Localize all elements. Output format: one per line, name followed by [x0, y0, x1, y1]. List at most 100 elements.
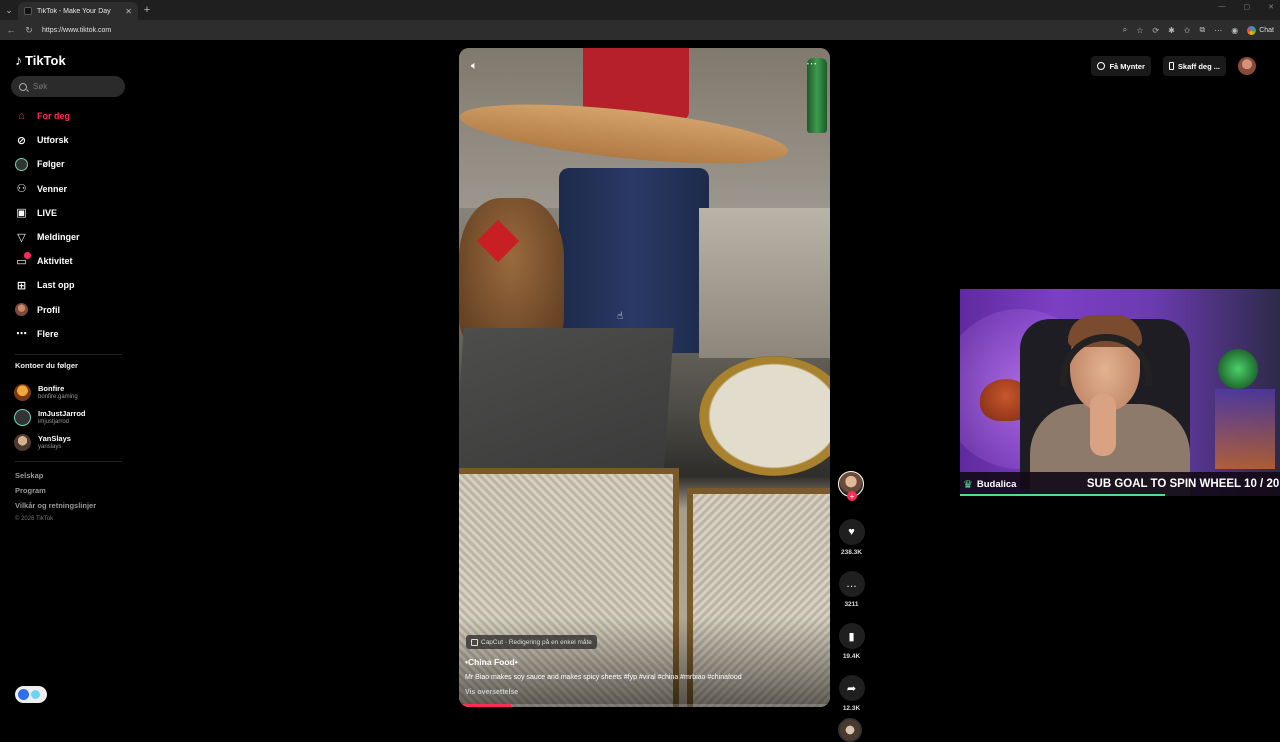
save-action: ▮ 19.4K — [838, 623, 865, 660]
compass-icon: ⊘ — [16, 134, 27, 147]
volume-icon[interactable]: 🔈︎ — [471, 60, 478, 73]
divider — [15, 354, 122, 355]
follow-plus-icon[interactable]: + — [847, 491, 857, 501]
zoom-icon[interactable]: ⌕ — [1123, 25, 1127, 35]
sidebar-item-label: Venner — [37, 183, 68, 194]
extensions-icon[interactable]: ✱ — [1168, 26, 1175, 35]
browser-menu-icon[interactable]: ⋯ — [1214, 26, 1222, 35]
more-options-icon[interactable]: ⋯ — [806, 57, 818, 70]
account-name: Bonfire — [38, 384, 65, 393]
save-count: 19.4K — [842, 653, 861, 660]
video-scene-table — [459, 328, 674, 468]
following-list: Bonfire bonfire.gaming ImJustJarrod imju… — [14, 380, 86, 455]
video-author[interactable]: •China Food• — [465, 657, 518, 667]
tiktok-page: ♪ TikTok ⌂ For deg ⊘ Utforsk Følger ⚇ Ve… — [0, 40, 1280, 742]
following-account-item[interactable]: Bonfire bonfire.gaming — [14, 380, 86, 405]
search-box[interactable] — [11, 76, 125, 97]
video-progress-bar[interactable] — [459, 704, 830, 707]
get-coins-label: Få Mynter — [1109, 61, 1145, 71]
sidebar-item-live[interactable]: ▣ LIVE — [0, 201, 135, 225]
account-avatar — [14, 384, 31, 401]
heart-icon[interactable]: ♥ — [838, 519, 865, 545]
get-app-button[interactable]: Skaff deg ... — [1162, 56, 1226, 76]
maximize-icon[interactable]: ▢ — [1244, 3, 1251, 11]
account-name: YanSlays — [38, 434, 71, 443]
video-caption: Mr Biao makes soy sauce and makes spicy … — [465, 674, 742, 681]
close-window-icon[interactable]: ✕ — [1268, 3, 1274, 11]
sidebar-item-messages[interactable]: ▽ Meldinger — [0, 225, 135, 249]
account-avatar — [14, 409, 31, 426]
minimize-icon[interactable]: — — [1219, 3, 1226, 11]
creator-avatar[interactable]: + — [838, 471, 864, 501]
user-avatar[interactable] — [1238, 57, 1256, 75]
pc-icon — [31, 690, 40, 699]
webcam-plant — [1218, 349, 1258, 389]
comment-icon[interactable]: … — [838, 571, 865, 597]
following-account-item[interactable]: ImJustJarrod imjustjarrod — [14, 405, 86, 430]
stream-info-bar: ♛ Budalica SUB GOAL TO SPIN WHEEL 10 / 2… — [960, 472, 1280, 496]
copilot-icon — [1247, 25, 1257, 35]
tiktok-logo[interactable]: ♪ TikTok — [15, 52, 66, 68]
sidebar-item-upload[interactable]: ⊞ Last opp — [0, 273, 135, 297]
share-icon[interactable]: ➦ — [838, 675, 865, 701]
friends-icon: ⚇ — [16, 183, 27, 196]
footer-link-terms[interactable]: Vilkår og retningslinjer — [15, 501, 96, 516]
account-handle: yanslays — [38, 444, 62, 450]
tab-list-icon[interactable]: ⌄ — [0, 0, 18, 20]
favorites-icon[interactable]: ✩ — [1184, 26, 1191, 35]
like-action: ♥ 238.3K — [838, 519, 865, 556]
get-coins-button[interactable]: Få Mynter — [1091, 56, 1151, 76]
sidebar-item-label: Meldinger — [37, 232, 80, 243]
upload-icon: ⊞ — [16, 279, 27, 292]
close-tab-icon[interactable]: ✕ — [125, 7, 132, 16]
profile-icon[interactable]: ◉ — [1231, 26, 1238, 35]
sidebar-item-label: Aktivitet — [37, 256, 73, 267]
footer-link-program[interactable]: Program — [15, 486, 96, 501]
sidebar-item-more[interactable]: ⋯ Flere — [0, 322, 135, 346]
capcut-tag[interactable]: CapCut · Redigering på en enkel måte — [466, 635, 597, 649]
search-input[interactable] — [33, 82, 113, 91]
video-player[interactable]: 🔈︎ ⋯ ☝︎ CapCut · Redigering på en enkel … — [459, 48, 830, 707]
bookmark-icon[interactable]: ▮ — [838, 623, 865, 649]
sidebar-item-label: For deg — [37, 111, 70, 122]
phone-icon — [1168, 62, 1174, 70]
get-app-toggle[interactable] — [15, 686, 47, 703]
window-controls: — ▢ ✕ — [1219, 3, 1275, 11]
new-tab-button[interactable]: + — [138, 4, 156, 16]
account-name: ImJustJarrod — [38, 409, 86, 418]
sidebar-item-label: Flere — [37, 328, 59, 339]
divider — [15, 461, 122, 462]
reload-icon[interactable]: ↻ — [24, 25, 34, 36]
show-translation-link[interactable]: Vis oversettelse — [465, 689, 518, 696]
back-icon[interactable]: ← — [6, 25, 16, 35]
sidebar-item-label: LIVE — [37, 207, 58, 218]
sidebar-item-label: Følger — [37, 159, 65, 170]
following-avatar-icon — [15, 157, 28, 171]
chat-button[interactable]: Chat — [1247, 25, 1274, 35]
browser-tabbar: ⌄ TikTok - Make Your Day ✕ + — ▢ ✕ — [0, 0, 1280, 20]
sidebar-item-explore[interactable]: ⊘ Utforsk — [0, 128, 135, 152]
sidebar-item-activity[interactable]: ▭ Aktivitet — [0, 249, 135, 273]
sidebar-item-for-you[interactable]: ⌂ For deg — [0, 104, 135, 128]
like-count: 238.3K — [841, 549, 862, 556]
browser-tab[interactable]: TikTok - Make Your Day ✕ — [18, 2, 138, 20]
url-field[interactable]: https://www.tiktok.com — [42, 27, 1115, 34]
collections-icon[interactable]: ⧉ — [1200, 25, 1206, 35]
video-scene-person — [559, 168, 709, 353]
favorite-star-icon[interactable]: ☆ — [1136, 26, 1143, 35]
footer-link-company[interactable]: Selskap — [15, 471, 96, 486]
tab-title: TikTok - Make Your Day — [37, 7, 111, 15]
sidebar-item-following[interactable]: Følger — [0, 152, 135, 176]
home-icon: ⌂ — [18, 110, 25, 123]
sidebar-item-profile[interactable]: Profil — [0, 298, 135, 322]
search-icon — [19, 82, 27, 91]
following-account-item[interactable]: YanSlays yanslays — [14, 430, 86, 455]
address-bar-icons: ⌕ ☆ ⟳ ✱ ✩ ⧉ ⋯ ◉ Chat — [1123, 25, 1274, 35]
goal-progress-line — [960, 494, 1165, 496]
video-progress-fill — [459, 704, 511, 707]
music-disc-icon[interactable] — [838, 718, 862, 742]
refresh-extension-icon[interactable]: ⟳ — [1152, 26, 1159, 35]
app-icon — [18, 689, 29, 700]
comment-action: … 3211 — [838, 571, 865, 608]
sidebar-item-friends[interactable]: ⚇ Venner — [0, 177, 135, 201]
